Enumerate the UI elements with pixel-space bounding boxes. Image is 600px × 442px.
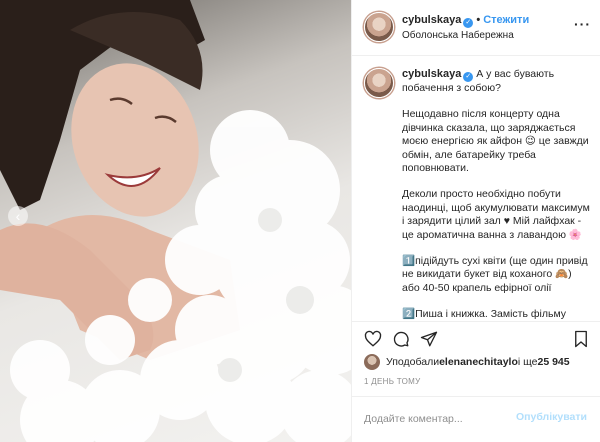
caption-paragraph-3: Деколи просто необхідно побути наодинці,… bbox=[402, 188, 590, 241]
comment-icon[interactable] bbox=[392, 330, 410, 348]
instagram-post-modal: ‹ cybulskaya ✓ • Стежити Оболонська Набереж… bbox=[0, 0, 600, 442]
caption-verified-badge-icon: ✓ bbox=[463, 72, 474, 82]
caption-area[interactable]: cybulskaya ✓ А у вас бувають побачення з … bbox=[352, 56, 600, 321]
liker-avatar[interactable] bbox=[364, 354, 380, 370]
caption-username-link[interactable]: cybulskaya bbox=[402, 68, 461, 80]
header-username-row: cybulskaya ✓ • Стежити bbox=[402, 14, 529, 28]
share-icon[interactable] bbox=[420, 330, 438, 348]
author-avatar[interactable] bbox=[364, 12, 394, 42]
save-bookmark-icon[interactable] bbox=[572, 330, 590, 348]
post-timestamp[interactable]: 1 ДЕНЬ ТОМУ bbox=[364, 377, 420, 386]
author-username-link[interactable]: cybulskaya bbox=[402, 14, 461, 26]
separator-dot: • bbox=[476, 14, 481, 26]
post-photo[interactable]: ‹ bbox=[0, 0, 351, 442]
likes-count-link[interactable]: 25 945 bbox=[537, 356, 569, 368]
liked-by-suffix: і ще bbox=[517, 356, 538, 368]
caption-paragraph-2: Нещодавно після концерту одна дівчинка с… bbox=[402, 108, 589, 175]
post-header: cybulskaya ✓ • Стежити Оболонська Набережна… bbox=[352, 0, 600, 56]
liked-by-prefix: Уподобали bbox=[386, 356, 440, 368]
more-options-icon[interactable]: ··· bbox=[574, 16, 591, 32]
verified-badge-icon: ✓ bbox=[463, 18, 474, 28]
caption-paragraph-5: 2️⃣Пиша і книжка. Замість фільму bbox=[402, 308, 567, 321]
post-comment-button[interactable]: Опублікувати bbox=[516, 411, 587, 423]
caption-paragraph-4: 1️⃣підійдуть сухі квіти (ще один привід … bbox=[402, 255, 588, 294]
location-link[interactable]: Оболонська Набережна bbox=[402, 30, 514, 41]
carousel-prev-button[interactable]: ‹ bbox=[8, 206, 28, 226]
comment-form: Опублікувати bbox=[352, 396, 600, 442]
caption-text: cybulskaya ✓ А у вас бувають побачення з … bbox=[402, 68, 590, 321]
bath-photo-illustration bbox=[0, 0, 351, 442]
post-side-panel: cybulskaya ✓ • Стежити Оболонська Набережна… bbox=[351, 0, 600, 442]
action-bar bbox=[352, 321, 600, 351]
likes-summary: Уподобали elenanechitaylo і ще 25 945 bbox=[364, 354, 570, 370]
follow-button[interactable]: Стежити bbox=[483, 14, 529, 26]
liked-by-user-link[interactable]: elenanechitaylo bbox=[439, 356, 518, 368]
caption-author-avatar[interactable] bbox=[364, 68, 394, 98]
comment-input[interactable] bbox=[364, 410, 514, 428]
like-heart-icon[interactable] bbox=[364, 330, 382, 348]
